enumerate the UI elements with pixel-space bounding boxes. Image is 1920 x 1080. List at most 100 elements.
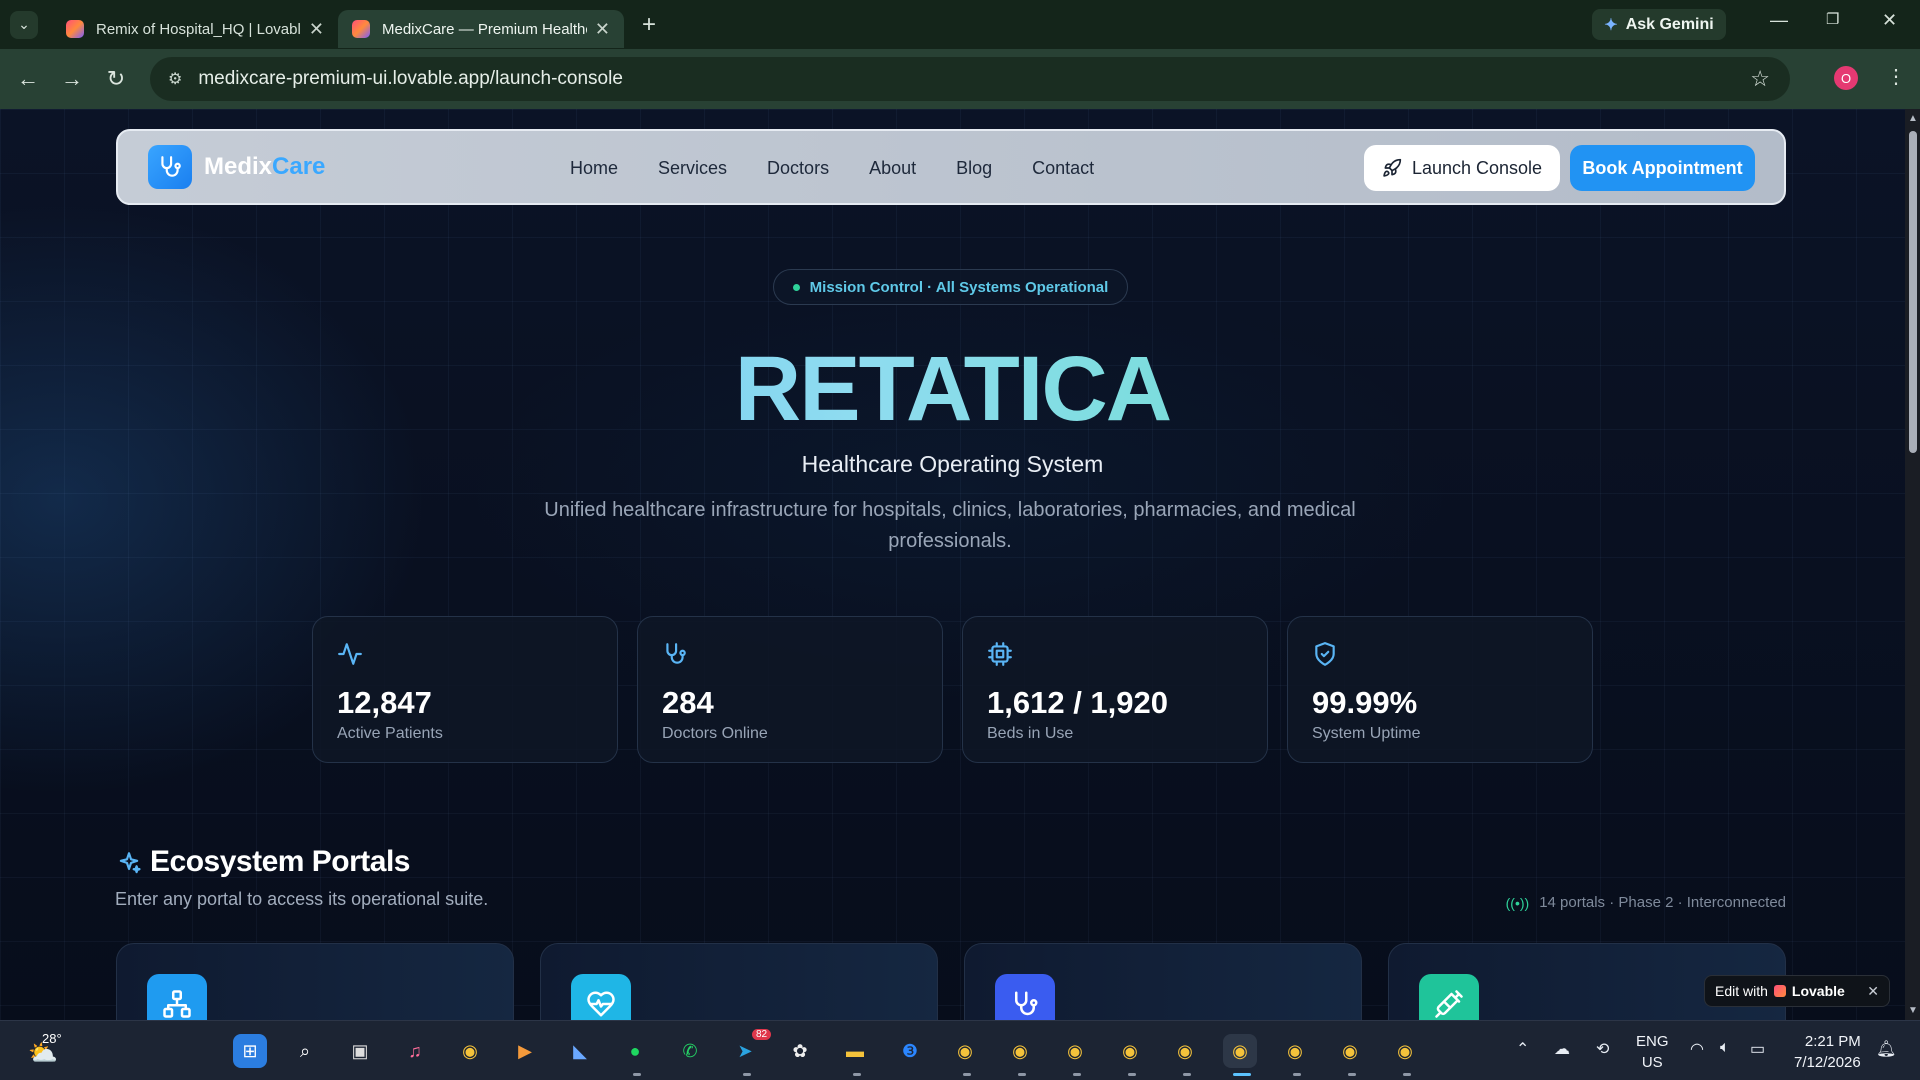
back-arrow-icon[interactable]: ← — [6, 66, 50, 92]
ask-gemini-button[interactable]: ✦ Ask Gemini — [1592, 9, 1726, 40]
background-grid — [0, 109, 1905, 1020]
chrome-profile-icon[interactable]: ◉ — [948, 1034, 982, 1068]
running-indicator — [743, 1073, 751, 1076]
close-tab-icon[interactable]: ✕ — [309, 19, 324, 40]
media-player-icon[interactable]: ▶ — [508, 1034, 542, 1068]
hero-subtitle: Healthcare Operating System — [801, 451, 1104, 477]
close-tab-icon[interactable]: ✕ — [595, 19, 610, 40]
close-badge-icon[interactable]: ✕ — [1867, 983, 1879, 1000]
hero-title: RETATICA — [0, 337, 1905, 442]
chrome-profile-icon[interactable]: ◉ — [1113, 1034, 1147, 1068]
tab-title: Remix of Hospital_HQ | Lovable — [96, 20, 301, 38]
scroll-down-icon[interactable]: ▼ — [1908, 1005, 1918, 1016]
sync-icon[interactable]: ⟲ — [1596, 1039, 1609, 1059]
url-text: medixcare-premium-ui.lovable.app/launch-… — [198, 68, 623, 89]
nav-blog[interactable]: Blog — [956, 158, 992, 179]
book-appointment-button[interactable]: Book Appointment — [1570, 145, 1755, 191]
broadcast-icon: ((•)) — [1505, 894, 1530, 911]
ask-gemini-label: Ask Gemini — [1625, 15, 1714, 33]
restore-icon[interactable]: ❐ — [1826, 10, 1839, 28]
forward-arrow-icon[interactable]: → — [50, 66, 94, 92]
address-toolbar: ← → ↻ ⚙ medixcare-premium-ui.lovable.app… — [0, 49, 1920, 109]
nav-home[interactable]: Home — [570, 158, 618, 179]
video-editor-icon[interactable]: ◣ — [563, 1034, 597, 1068]
running-indicator — [1073, 1073, 1081, 1076]
app-3-icon[interactable]: ❸ — [893, 1034, 927, 1068]
browser-tab-lovable[interactable]: Remix of Hospital_HQ | Lovable ✕ — [52, 10, 338, 48]
ecosystem-meta: ((•)) 14 portals · Phase 2 · Interconnec… — [1506, 894, 1786, 911]
spotify-icon[interactable]: ● — [618, 1034, 652, 1068]
ecosystem-title: Ecosystem Portals — [150, 845, 410, 878]
syringe-icon — [1419, 974, 1479, 1020]
chrome-profile-icon[interactable]: ◉ — [1388, 1034, 1422, 1068]
profile-avatar[interactable]: O — [1834, 66, 1858, 90]
stat-value: 99.99% — [1312, 685, 1418, 720]
running-indicator — [1018, 1073, 1026, 1076]
reload-icon[interactable]: ↻ — [94, 66, 138, 92]
tray-overflow-icon[interactable]: ⌃ — [1516, 1039, 1529, 1059]
file-explorer-icon[interactable]: ▬ — [838, 1034, 872, 1068]
wifi-icon[interactable]: ◠ — [1690, 1039, 1704, 1059]
stat-value: 1,612 / 1,920 — [987, 685, 1168, 720]
weather-temp: 28° — [42, 1031, 62, 1046]
chrome-profile-icon[interactable]: ◉ — [1278, 1034, 1312, 1068]
site-info-icon[interactable]: ⚙ — [168, 69, 182, 89]
nav-services[interactable]: Services — [658, 158, 727, 179]
bookmark-star-icon[interactable]: ☆ — [1750, 66, 1770, 92]
ecosystem-subtitle: Enter any portal to access its operation… — [115, 889, 489, 909]
whatsapp-icon[interactable]: ✆ — [673, 1034, 707, 1068]
battery-icon[interactable]: ▭ — [1750, 1039, 1765, 1059]
windows-start-icon[interactable]: ⊞ — [233, 1034, 267, 1068]
stat-label: Beds in Use — [987, 725, 1074, 742]
search-icon[interactable]: ⌕ — [288, 1034, 322, 1068]
scrollbar-thumb[interactable] — [1909, 131, 1917, 453]
itunes-icon[interactable]: ♫ — [398, 1034, 432, 1068]
nav-contact[interactable]: Contact — [1032, 158, 1094, 179]
active-indicator — [1233, 1073, 1251, 1076]
portal-card-stethoscope[interactable] — [964, 943, 1362, 1020]
launch-console-button[interactable]: Launch Console — [1364, 145, 1560, 191]
tab-search-dropdown[interactable]: ⌄ — [10, 10, 38, 39]
chrome-icon[interactable]: ◉ — [453, 1034, 487, 1068]
new-tab-button[interactable]: + — [642, 11, 656, 39]
stat-label: Active Patients — [337, 725, 443, 742]
portal-card-network[interactable] — [116, 943, 514, 1020]
portal-card-heart[interactable] — [540, 943, 938, 1020]
lovable-favicon-icon — [352, 20, 370, 38]
status-pill: Mission Control · All Systems Operationa… — [773, 269, 1128, 305]
task-view-icon[interactable]: ▣ — [343, 1034, 377, 1068]
stat-label: System Uptime — [1312, 725, 1421, 742]
sparkles-icon — [119, 852, 141, 874]
close-window-icon[interactable]: ✕ — [1882, 10, 1897, 31]
nav-doctors[interactable]: Doctors — [767, 158, 829, 179]
page-scrollbar[interactable]: ▲ ▼ — [1905, 109, 1920, 1020]
browser-menu-icon[interactable]: ⋮ — [1886, 64, 1906, 89]
onedrive-icon[interactable]: ☁ — [1554, 1039, 1570, 1059]
tab-title: MedixCare — Premium Healthcare — [382, 20, 587, 38]
edit-with-lovable-badge[interactable]: Edit with Lovable ✕ — [1704, 975, 1890, 1007]
clock-date: 7/12/2026 — [1794, 1054, 1861, 1071]
chrome-profile-icon[interactable]: ◉ — [1058, 1034, 1092, 1068]
brand-name[interactable]: MedixCare — [204, 153, 325, 181]
nav-about[interactable]: About — [869, 158, 916, 179]
clock-time: 2:21 PM — [1804, 1033, 1861, 1050]
volume-icon[interactable]: 🔈︎ — [1720, 1039, 1730, 1057]
status-dot-icon — [792, 283, 800, 291]
chrome-active-profile-icon[interactable]: ◉ — [1223, 1034, 1257, 1068]
url-omnibox[interactable]: ⚙ medixcare-premium-ui.lovable.app/launc… — [150, 57, 1790, 101]
minimize-icon[interactable]: — — [1770, 10, 1788, 31]
chrome-profile-icon[interactable]: ◉ — [1003, 1034, 1037, 1068]
chatgpt-icon[interactable]: ✿ — [783, 1034, 817, 1068]
language-indicator[interactable]: ENG US — [1636, 1031, 1669, 1073]
chrome-profile-icon[interactable]: ◉ — [1168, 1034, 1202, 1068]
site-navbar: MedixCare Home Services Doctors About Bl… — [116, 129, 1786, 205]
lovable-favicon-icon — [66, 20, 84, 38]
stethoscope-icon — [666, 643, 686, 664]
browser-tab-medixcare[interactable]: MedixCare — Premium Healthcare ✕ — [338, 10, 624, 48]
chrome-profile-icon[interactable]: ◉ — [1333, 1034, 1367, 1068]
scroll-up-icon[interactable]: ▲ — [1908, 113, 1918, 124]
taskbar-clock[interactable]: 2:21 PM 7/12/2026 — [1794, 1031, 1861, 1073]
medixcare-logo-icon[interactable] — [148, 145, 192, 189]
notifications-icon[interactable]: 🔔︎ — [1876, 1039, 1896, 1059]
lang-line-1: ENG — [1636, 1033, 1669, 1050]
